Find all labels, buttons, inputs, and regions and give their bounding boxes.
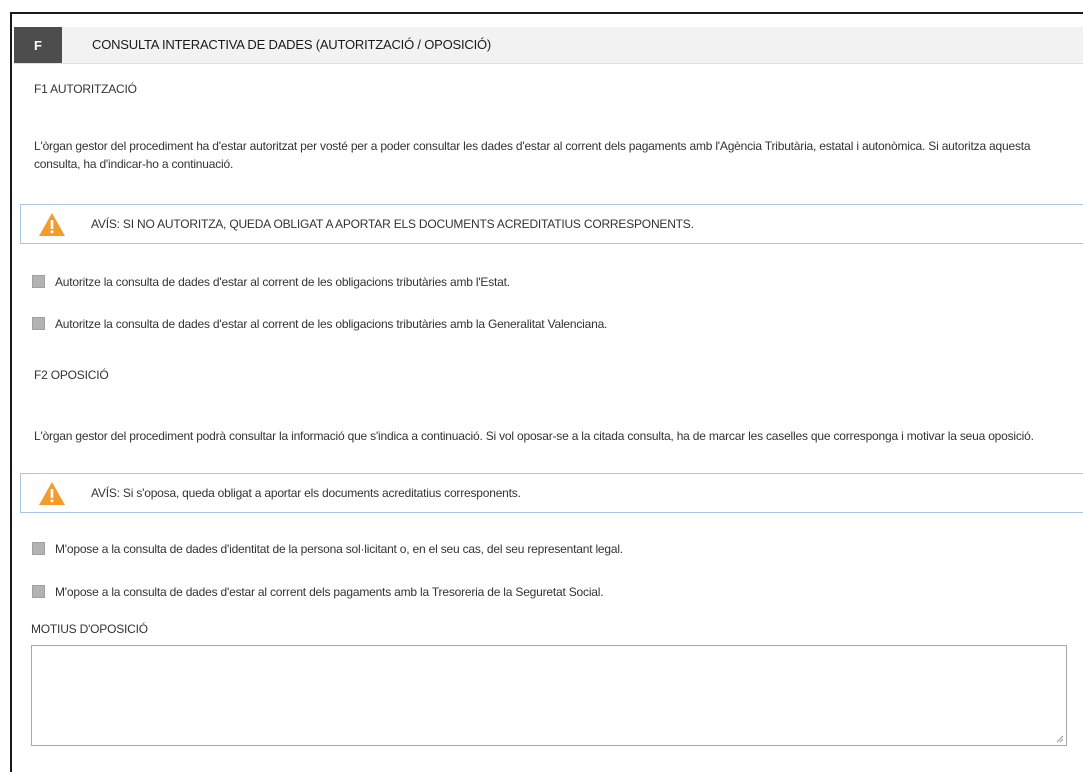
f1-warning-box: AVÍS: SI NO AUTORITZA, QUEDA OBLIGAT A A… — [20, 204, 1083, 244]
warning-icon — [39, 482, 65, 505]
f1-paragraph: L'òrgan gestor del procediment ha d'esta… — [34, 139, 1031, 171]
motius-label: MOTIUS D'OPOSICIÓ — [31, 622, 148, 636]
checkbox-label: Autoritze la consulta de dades d'estar a… — [55, 275, 510, 289]
f2-warning-box: AVÍS: Si s'oposa, queda obligat a aporta… — [20, 473, 1083, 513]
resize-grip-icon[interactable] — [1056, 735, 1064, 743]
f2-paragraph: L'òrgan gestor del procediment podrà con… — [34, 429, 1034, 443]
checkbox-opose-seguretat-social[interactable] — [32, 585, 45, 598]
f1-warning-text: AVÍS: SI NO AUTORITZA, QUEDA OBLIGAT A A… — [91, 217, 694, 231]
checkbox-label: M'opose a la consulta de dades d'estar a… — [55, 585, 604, 599]
section-header: F CONSULTA INTERACTIVA DE DADES (AUTORIT… — [14, 27, 1083, 64]
section-letter-badge: F — [14, 27, 62, 63]
checkbox-autoritze-generalitat[interactable] — [32, 317, 45, 330]
motius-textarea[interactable] — [31, 645, 1067, 746]
checkbox-label: Autoritze la consulta de dades d'estar a… — [55, 317, 608, 331]
f1-heading: F1 AUTORITZACIÓ — [34, 82, 137, 96]
checkbox-label: M'opose a la consulta de dades d'identit… — [55, 542, 623, 556]
checkbox-opose-identitat[interactable] — [32, 542, 45, 555]
section-title: CONSULTA INTERACTIVA DE DADES (AUTORITZA… — [92, 37, 492, 52]
warning-icon — [39, 213, 65, 236]
f2-heading: F2 OPOSICIÓ — [34, 368, 109, 382]
checkbox-autoritze-estat[interactable] — [32, 275, 45, 288]
f2-warning-text: AVÍS: Si s'oposa, queda obligat a aporta… — [91, 486, 521, 500]
